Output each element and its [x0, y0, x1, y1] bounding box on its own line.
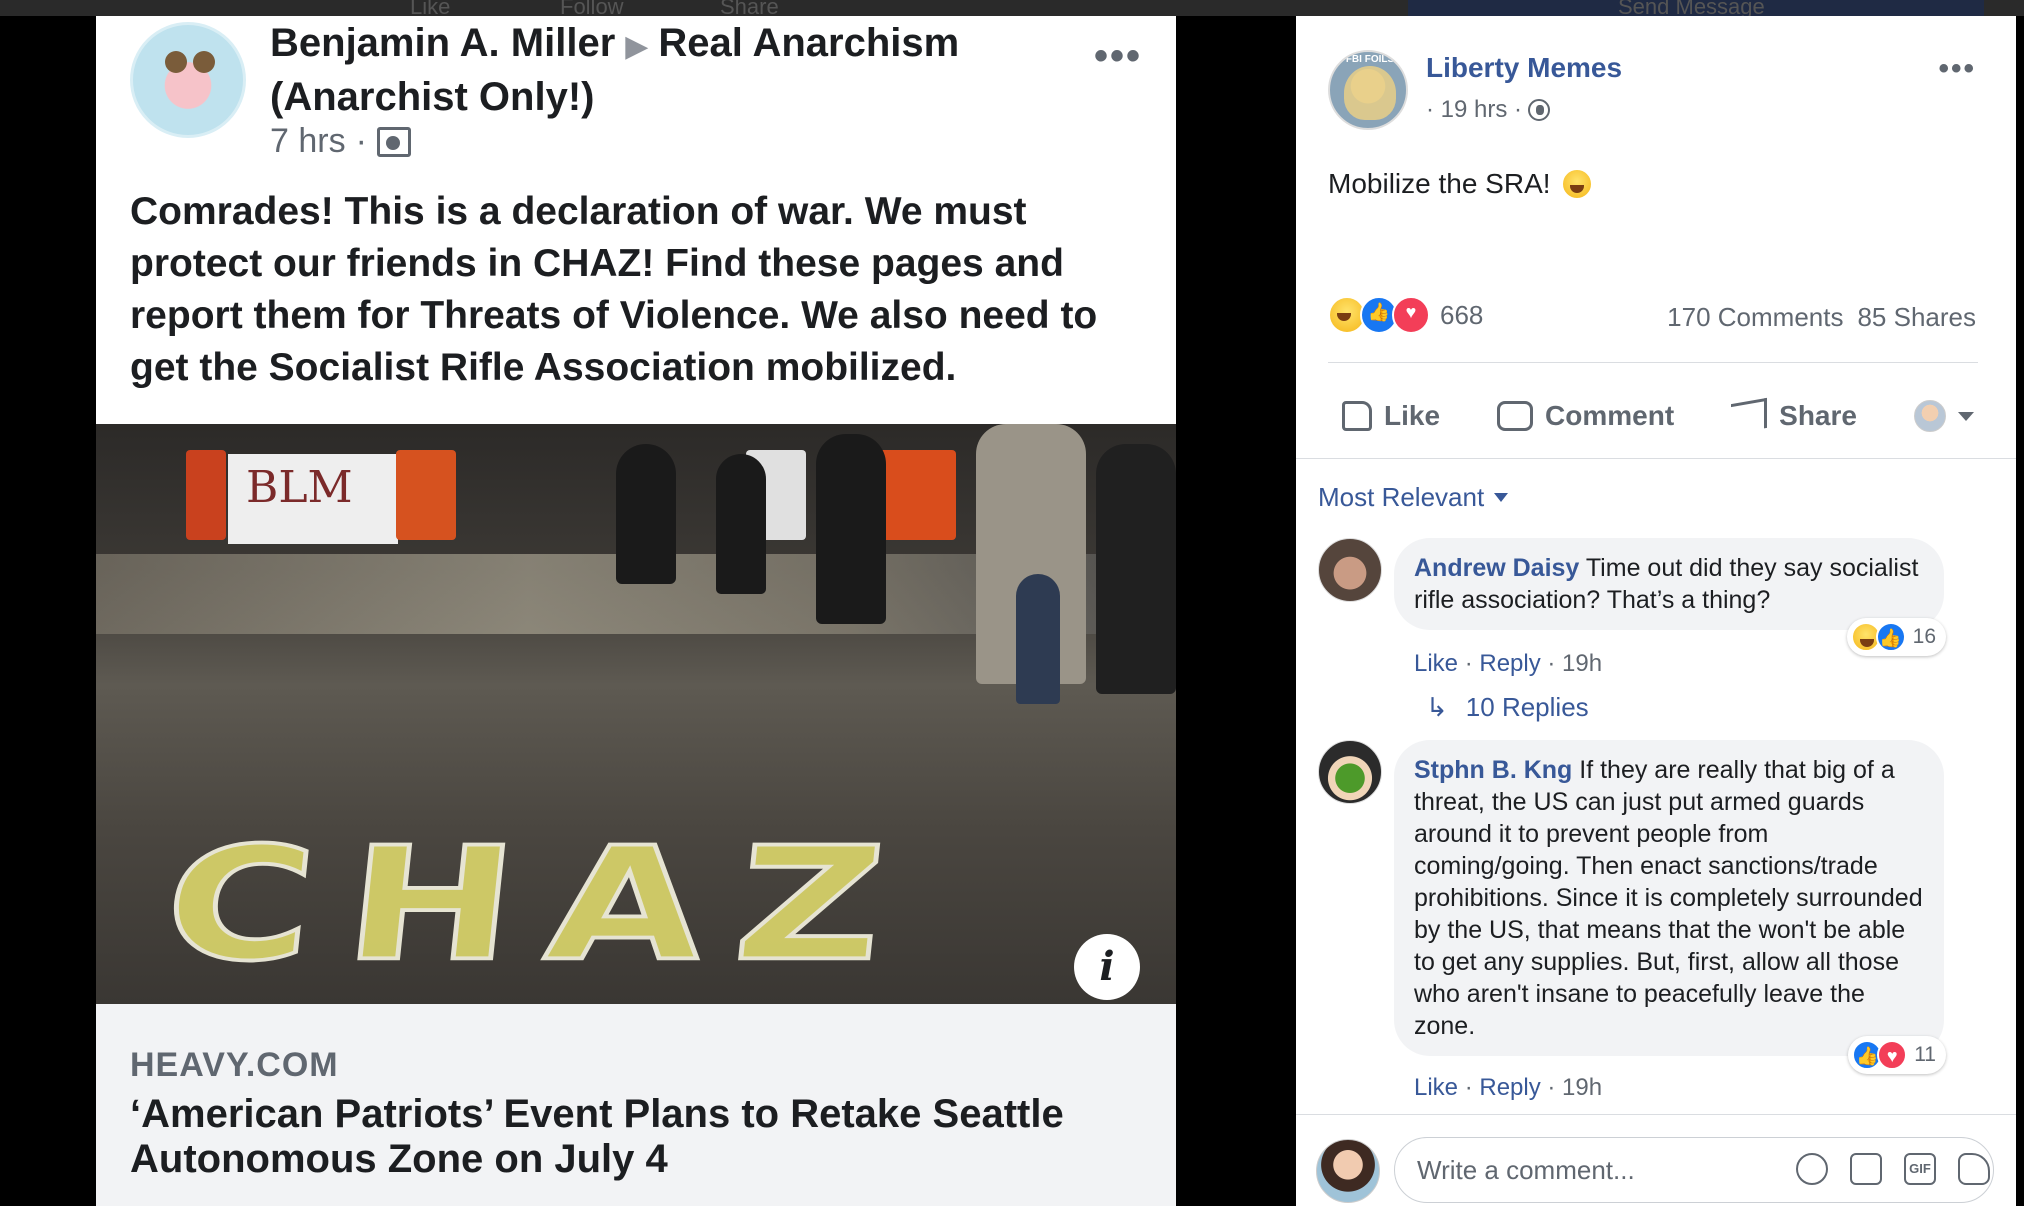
post-stats: 170 Comments 85 Shares [1667, 302, 1976, 333]
top-share-link[interactable]: Share [720, 0, 779, 16]
camera-icon[interactable] [1850, 1153, 1882, 1185]
reaction-count: 668 [1440, 299, 1484, 330]
thumbs-up-icon [1342, 401, 1372, 431]
blm-sign: BLM [228, 454, 398, 544]
shared-post-text: Comrades! This is a declaration of war. … [130, 190, 1098, 389]
share-count-link[interactable]: 85 Shares [1857, 302, 1976, 333]
commenter-name[interactable]: Andrew Daisy [1414, 554, 1579, 582]
info-icon[interactable]: i [1074, 934, 1140, 1000]
profile-selector[interactable] [1900, 400, 1988, 432]
profile-avatar-icon [1913, 400, 1946, 432]
top-follow-link[interactable]: Follow [560, 0, 624, 16]
post-options-icon[interactable]: ••• [1938, 52, 1976, 86]
sticker-icon[interactable] [1958, 1153, 1990, 1185]
emoji-icon[interactable] [1796, 1153, 1828, 1185]
top-like-link[interactable]: Like [410, 0, 450, 16]
comment-like-link[interactable]: Like [1414, 650, 1458, 677]
share-button[interactable]: Share [1717, 397, 1871, 435]
link-domain: HEAVY.COM [130, 1046, 339, 1084]
group-audience-icon [376, 126, 411, 157]
comment-button[interactable]: Comment [1483, 400, 1688, 432]
post-text: Mobilize the SRA! [1328, 168, 1593, 200]
share-arrow-icon [1731, 397, 1768, 435]
more-options-icon[interactable]: ••• [1094, 34, 1142, 79]
composer-icons: GIF [1796, 1153, 1990, 1185]
comment-reaction-count: 11 [1914, 1043, 1936, 1066]
arrow-right-icon: ▶ [625, 30, 649, 63]
post-meta: · 19 hrs · [1426, 96, 1551, 124]
comment-reactions[interactable]: 👍 ♥ 11 [1848, 1036, 1946, 1074]
comment-sort-dropdown[interactable]: Most Relevant [1318, 482, 1509, 513]
comment-placeholder: Write a comment... [1417, 1154, 1635, 1185]
author-name[interactable]: Benjamin A. Miller [270, 21, 615, 65]
comment-item: Stphn B. Kng If they are really that big… [1318, 740, 1998, 1110]
street-photo[interactable]: BLM CHAZ i [96, 424, 1176, 1004]
like-reaction-icon: 👍 [1875, 622, 1906, 652]
comment-time[interactable]: 19h [1562, 1074, 1602, 1101]
shared-post-meta: 7 hrs · [270, 122, 411, 161]
post-text-body: Mobilize the SRA! [1328, 168, 1551, 199]
link-headline: ‘American Patriots’ Event Plans to Retak… [130, 1092, 1064, 1181]
comment-reaction-count: 16 [1912, 625, 1936, 648]
comment-actions: Like · Reply · 19h [1414, 1074, 1603, 1101]
comment-bubble: Stphn B. Kng If they are really that big… [1394, 740, 1946, 1074]
comment-actions: Like · Reply · 19h [1414, 650, 1603, 677]
chevron-down-icon [1957, 411, 1974, 421]
reaction-summary[interactable]: 👍 ♥ 668 [1328, 296, 1483, 334]
page-top-strip: Like Follow Share Send Message [0, 0, 2024, 16]
user-avatar[interactable] [1316, 1139, 1380, 1203]
gif-icon[interactable]: GIF [1904, 1153, 1936, 1185]
laughing-emoji-icon [1560, 168, 1593, 200]
author-avatar[interactable] [130, 22, 246, 138]
commenter-name[interactable]: Stphn B. Kng [1414, 756, 1572, 784]
link-preview[interactable]: HEAVY.COM ‘American Patriots’ Event Plan… [96, 1004, 1176, 1206]
comment-reply-link[interactable]: Reply [1479, 1074, 1540, 1101]
love-reaction-icon: ♥ [1877, 1040, 1908, 1070]
post-actions: Like Comment Share [1328, 380, 1988, 452]
sort-caret-icon [1494, 493, 1509, 502]
shared-post-image: Benjamin A. Miller ▶ Real Anarchism (Anarc… [96, 16, 1176, 1206]
send-message-button[interactable]: Send Message [1408, 0, 1984, 16]
globe-icon [1528, 99, 1551, 121]
shared-post-header: Benjamin A. Miller ▶ Real Anarchism (Anarc… [270, 18, 1070, 122]
comment-item: Andrew Daisy Time out did they say socia… [1318, 538, 1998, 678]
comment-time[interactable]: 19h [1562, 650, 1602, 677]
comments-divider [1296, 458, 2016, 459]
commenter-avatar[interactable] [1318, 538, 1382, 602]
facebook-post: FBI FOILS Liberty Memes · 19 hrs · ••• M… [1296, 16, 2016, 1206]
shared-post-time[interactable]: 7 hrs [270, 122, 346, 161]
comment-composer: Write a comment... GIF [1296, 1114, 2016, 1206]
page-name[interactable]: Liberty Memes [1426, 52, 1622, 84]
comment-bubble-icon [1497, 401, 1534, 431]
post-time[interactable]: · 19 hrs · [1426, 96, 1522, 124]
comment-bubble: Andrew Daisy Time out did they say socia… [1394, 538, 1946, 656]
view-replies-link[interactable]: ↳ 10 Replies [1426, 692, 1589, 723]
stats-divider [1328, 362, 1978, 363]
comment-count-link[interactable]: 170 Comments [1667, 302, 1843, 333]
comment-reactions[interactable]: 👍 16 [1846, 618, 1946, 656]
avatar-caption: FBI FOILS [1345, 54, 1395, 65]
like-button[interactable]: Like [1328, 400, 1454, 432]
comment-like-link[interactable]: Like [1414, 1074, 1458, 1101]
comment-text: If they are really that big of a threat,… [1414, 756, 1923, 1040]
comment-reply-link[interactable]: Reply [1479, 650, 1540, 677]
love-reaction-icon: ♥ [1392, 296, 1430, 334]
commenter-avatar[interactable] [1318, 740, 1382, 804]
reply-arrow-icon: ↳ [1426, 692, 1448, 722]
chaz-chalk-text: CHAZ [155, 812, 928, 998]
page-avatar[interactable]: FBI FOILS [1328, 50, 1408, 130]
